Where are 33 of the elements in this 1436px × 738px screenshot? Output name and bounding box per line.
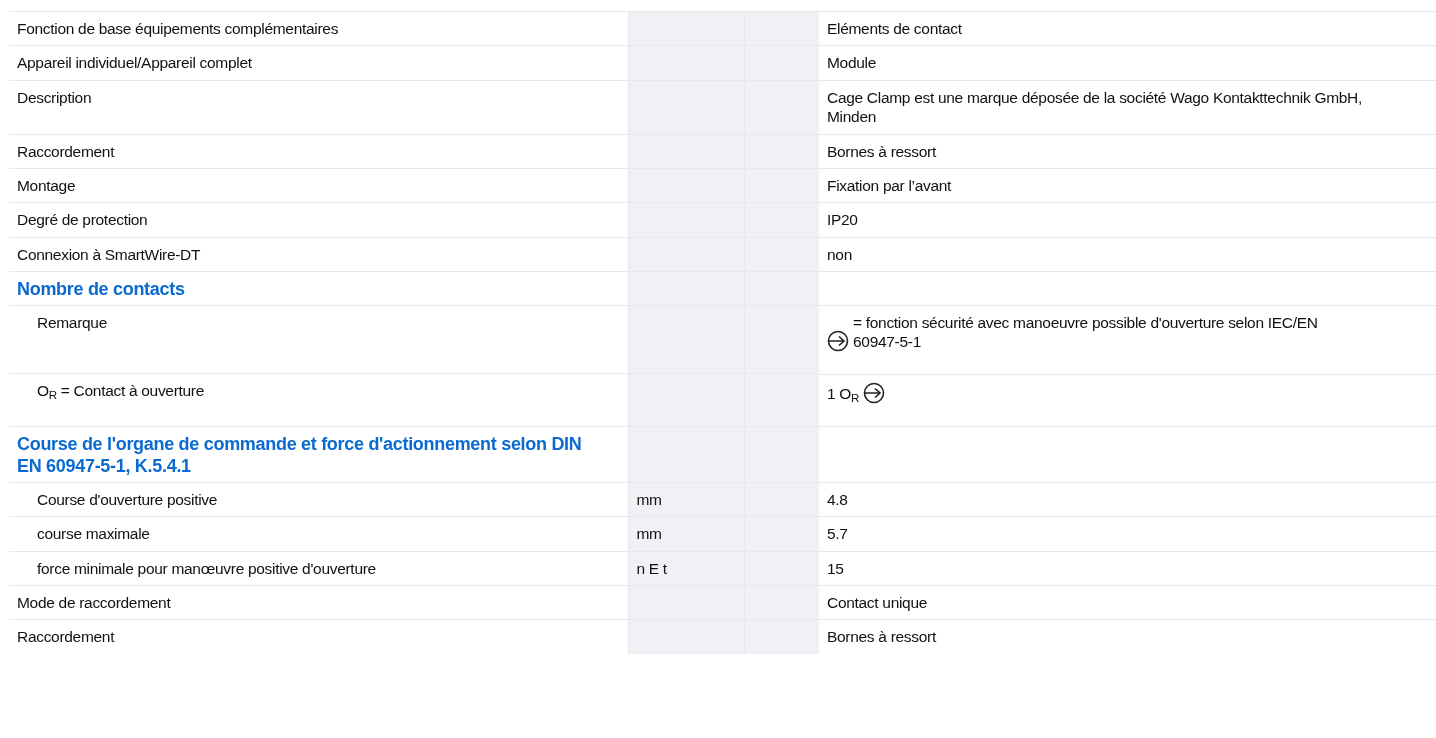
value-text: 1 O$_{R}$ [827, 384, 860, 404]
value-text: 5.7 [819, 516, 1436, 551]
value-text: Bornes à ressort [819, 619, 1436, 654]
row-label: Degré de protection [9, 202, 628, 238]
value-text: Eléments de contact [819, 11, 1436, 46]
row-label: Raccordement [9, 619, 628, 654]
row-label: force minimale pour manœuvre positive d'ouverture [9, 551, 628, 586]
row-label: Connexion à SmartWire-DT [9, 237, 628, 272]
value-text: Contact unique [819, 585, 1436, 620]
value-text: 15 [819, 551, 1436, 586]
row-label: Mode de raccordement [9, 585, 628, 620]
value-text: non [819, 237, 1436, 272]
value-text: Module [819, 45, 1436, 81]
row-label: Description [9, 80, 628, 134]
row-label: Raccordement [9, 134, 628, 169]
value-text: 4.8 [819, 482, 1436, 517]
value-text: Cage Clamp est une marque déposée de la société Wago Kontakttechnik GmbH, Minden [819, 80, 1436, 134]
value-text: IP20 [819, 202, 1436, 238]
row-label: Appareil individuel/Appareil complet [9, 45, 628, 81]
value-text: = fonction sécurité avec manoeuvre possible d'ouverture selon IEC/EN 60947-5-1 [853, 313, 1319, 352]
row-label: course maximale [9, 516, 628, 551]
row-label: Remarque [9, 305, 628, 374]
section-heading: Course de l'organe de commande et force d'actionnement selon DIN EN 60947-5-1, K.5.4.1 [9, 426, 628, 483]
unit-label: mm [628, 516, 744, 551]
row-label: O$_{R}$ = Contact à ouverture [9, 373, 628, 427]
row-label: Course d'ouverture positive [9, 482, 628, 517]
section-heading: Nombre de contacts [9, 271, 628, 305]
unit-label: mm [628, 482, 744, 517]
value-text: Bornes à ressort [819, 134, 1436, 169]
unit-label: n E t [628, 551, 744, 586]
value-text: Fixation par l’avant [819, 168, 1436, 203]
row-label: Fonction de base équipements complémentaires [9, 11, 628, 46]
row-label: Montage [9, 168, 628, 203]
